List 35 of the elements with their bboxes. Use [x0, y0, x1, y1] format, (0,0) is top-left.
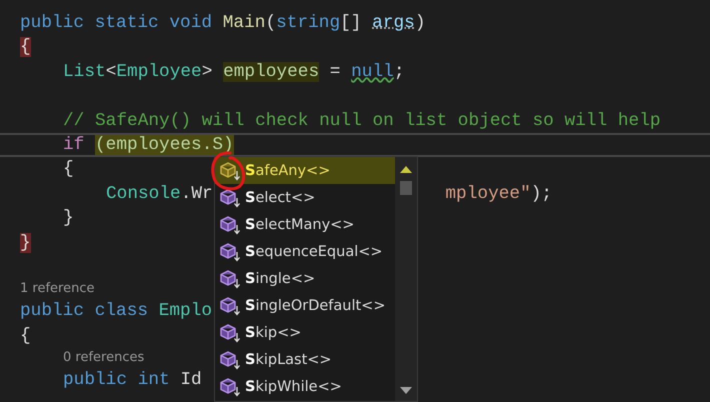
completion-item[interactable]: SelectMany<>	[215, 211, 395, 238]
completion-item[interactable]: Select<>	[215, 184, 395, 211]
codelens-reference-count[interactable]: 1 reference	[20, 281, 94, 296]
code-line: Console.Wr	[106, 184, 213, 204]
code-line: List<Employee> employees = null;	[63, 62, 404, 82]
extension-method-icon	[219, 268, 241, 288]
completion-item[interactable]: SingleOrDefault<>	[215, 292, 395, 319]
scroll-down-icon[interactable]	[400, 387, 412, 395]
code-line: public class Emplo	[20, 301, 212, 322]
code-line: {	[63, 159, 74, 180]
scroll-thumb[interactable]	[400, 181, 412, 195]
code-line: }	[63, 208, 74, 228]
extension-method-icon	[219, 350, 241, 370]
completion-item[interactable]: Single<>	[215, 265, 395, 292]
completion-item[interactable]: SafeAny<>	[215, 157, 395, 184]
extension-method-icon	[219, 296, 241, 316]
scroll-up-icon[interactable]	[400, 165, 412, 173]
extension-method-icon	[219, 242, 241, 262]
code-line: public static void Main(string[] args)	[20, 13, 426, 33]
scrollbar[interactable]	[395, 157, 417, 401]
extension-method-icon	[219, 160, 241, 180]
extension-method-icon	[219, 322, 241, 342]
extension-method-icon	[219, 214, 241, 234]
code-line: public int Id	[63, 370, 202, 390]
completion-item[interactable]: SequenceEqual<>	[215, 238, 395, 265]
codelens-reference-count[interactable]: 0 references	[63, 350, 144, 366]
code-line: // SafeAny() will check null on list object so will help	[63, 110, 661, 131]
code-fragment: mployee");	[445, 184, 552, 204]
extension-method-icon	[219, 188, 241, 208]
extension-method-icon	[219, 376, 241, 396]
completion-item[interactable]: SkipWhile<>	[215, 373, 395, 400]
code-line: {	[20, 326, 31, 346]
code-line: if (employees.S)	[63, 134, 234, 155]
completion-item[interactable]: SkipLast<>	[215, 346, 395, 373]
completion-item[interactable]: Skip<>	[215, 319, 395, 346]
